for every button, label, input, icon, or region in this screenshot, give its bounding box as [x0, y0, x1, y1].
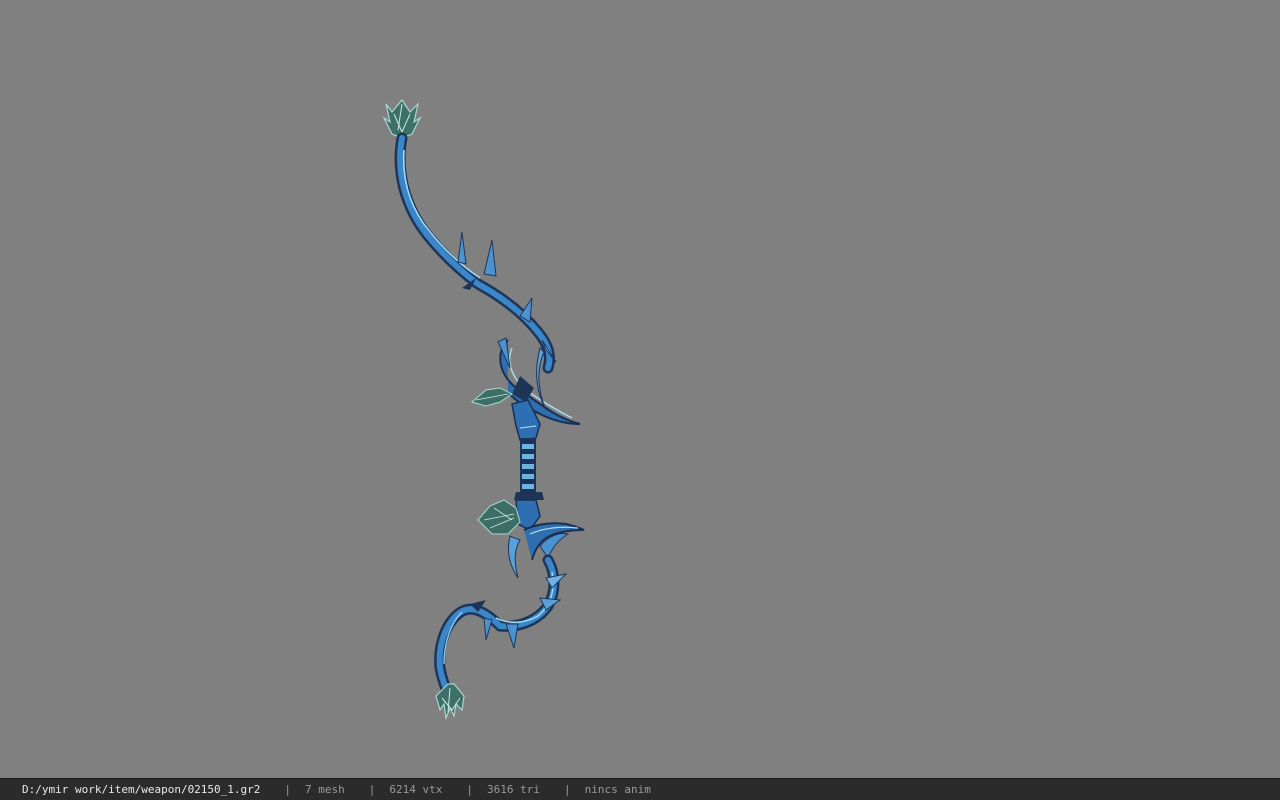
triangle-count: 3616 tri	[487, 783, 541, 796]
upper-limb	[394, 132, 557, 374]
animation-status: nincs anim	[584, 783, 651, 796]
separator: |	[466, 783, 474, 796]
separator: |	[284, 783, 292, 796]
lower-grip-ornament	[477, 499, 585, 579]
file-path: D:/ymir work/item/weapon/02150_1.gr2	[22, 783, 261, 796]
top-leaf-ornament	[382, 98, 422, 139]
separator: |	[564, 783, 571, 796]
bow-model	[382, 98, 585, 721]
vertex-count: 6214 vtx	[389, 783, 443, 796]
status-bar: D:/ymir work/item/weapon/02150_1.gr2 | 7…	[0, 778, 1280, 800]
3d-viewport[interactable]	[0, 0, 1280, 778]
bottom-leaf-ornament	[435, 683, 465, 721]
separator: |	[368, 783, 376, 796]
upper-grip-ornament	[470, 337, 581, 441]
lower-limb	[434, 554, 568, 700]
bow-grip	[514, 438, 544, 500]
mesh-count: 7 mesh	[305, 783, 345, 796]
